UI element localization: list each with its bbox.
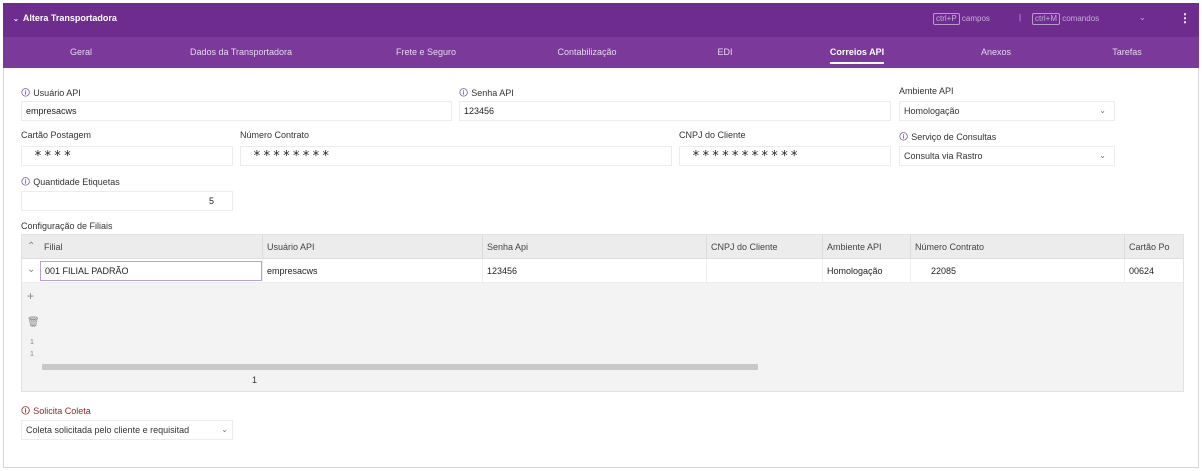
more-menu-icon[interactable]: ⋮ (1179, 11, 1191, 25)
horizontal-scrollbar[interactable] (42, 364, 758, 370)
info-icon: 🛈 (21, 177, 31, 187)
tab-bar: Geral Dados da Transportadora Frete e Se… (3, 37, 1199, 68)
shortcut-fields-key: ctrl+P (933, 13, 960, 25)
column-header-cnpj-cliente[interactable]: CNPJ do Cliente (706, 235, 822, 259)
info-icon: 🛈 (21, 88, 31, 98)
configuracao-filiais-label: Configuração de Filiais (21, 221, 113, 231)
cell-senha-api[interactable]: 123456 (482, 259, 706, 283)
shortcut-commands[interactable]: ctrl+M comandos (1032, 13, 1099, 25)
chevron-down-icon: ⌄ (221, 425, 228, 434)
chevron-down-icon: ⌄ (1099, 106, 1106, 115)
shortcut-commands-label: comandos (1062, 14, 1100, 23)
cartao-postagem-input[interactable] (21, 146, 233, 166)
tab-geral[interactable]: Geral (70, 37, 92, 68)
shortcut-commands-key: ctrl+M (1032, 13, 1060, 25)
page-indicator: 1 (252, 375, 258, 385)
tab-tarefas[interactable]: Tarefas (1112, 37, 1142, 68)
table-row[interactable]: ⌄ 001 FILIAL PADRÃO empresacws 123456 Ho… (22, 259, 1183, 283)
chevron-down-icon[interactable]: ⌄ (1139, 13, 1146, 22)
window-titlebar: ⌄ Altera Transportadora ctrl+P campos | c… (3, 3, 1199, 37)
column-header-senha-api[interactable]: Senha Api (482, 235, 706, 259)
tab-correios-api[interactable]: Correios API (829, 37, 885, 68)
solicita-coleta-select[interactable]: Coleta solicitada pelo cliente e requisi… (21, 420, 233, 440)
column-header-filial[interactable]: Filial (40, 235, 262, 259)
chevron-down-icon: ⌄ (1099, 151, 1106, 160)
info-icon: 🛈 (21, 406, 31, 416)
tab-dados-transportadora[interactable]: Dados da Transportadora (190, 37, 292, 68)
row-number: 1 (30, 351, 34, 358)
correios-api-panel: 🛈Usuário API 🛈Senha API Ambiente API Hom… (3, 68, 1199, 468)
cell-cnpj-cliente[interactable] (706, 259, 822, 283)
usuario-api-input[interactable] (21, 101, 452, 121)
column-header-cartao-postagem[interactable]: Cartão Po (1124, 235, 1183, 259)
shortcut-fields[interactable]: ctrl+P campos (933, 13, 990, 25)
senha-api-label: 🛈 Senha API (459, 88, 514, 98)
cartao-postagem-label: Cartão Postagem (21, 130, 92, 140)
numero-contrato-label: Número Contrato (240, 130, 310, 140)
info-icon: 🛈 (899, 132, 909, 142)
row-number: 1 (30, 339, 34, 346)
usuario-api-label: 🛈 Usuário API (21, 88, 81, 98)
shortcut-separator: | (1019, 13, 1022, 22)
tab-contabilizacao[interactable]: Contabilização (557, 37, 616, 68)
servico-consultas-select[interactable]: Consulta via Rastro ⌄ (899, 146, 1115, 166)
quantidade-etiquetas-label: 🛈 Quantidade Etiquetas (21, 177, 120, 187)
collapse-caret-icon[interactable]: ⌄ (13, 16, 19, 23)
solicita-coleta-label: 🛈 Solicita Coleta (21, 406, 91, 416)
cell-numero-contrato[interactable]: 22085 (910, 259, 1124, 283)
sort-up-icon[interactable]: ⌃ (27, 241, 35, 252)
tab-edi[interactable]: EDI (717, 37, 732, 68)
column-header-numero-contrato[interactable]: Número Contrato (910, 235, 1124, 259)
tab-frete-seguro[interactable]: Frete e Seguro (396, 37, 456, 68)
servico-consultas-label: 🛈 Serviço de Consultas (899, 132, 997, 142)
cell-usuario-api[interactable]: empresacws (262, 259, 482, 283)
senha-api-input[interactable] (459, 101, 891, 121)
ambiente-api-label: Ambiente API (899, 86, 954, 96)
cell-filial[interactable]: 001 FILIAL PADRÃO (40, 261, 262, 281)
info-icon: 🛈 (459, 88, 469, 98)
grid-header: ⌃ Filial Usuário API Senha Api CNPJ do C… (22, 235, 1183, 259)
ambiente-api-select[interactable]: Homologação ⌄ (899, 101, 1115, 121)
cell-cartao-postagem[interactable]: 00624 (1124, 259, 1183, 283)
cell-ambiente-api[interactable]: Homologação (822, 259, 910, 283)
shortcut-fields-label: campos (961, 14, 990, 23)
cnpj-cliente-input[interactable] (679, 146, 891, 166)
column-header-ambiente-api[interactable]: Ambiente API (822, 235, 910, 259)
expand-row-icon[interactable]: ⌄ (27, 264, 35, 275)
filiais-grid: ⌃ Filial Usuário API Senha Api CNPJ do C… (21, 234, 1184, 392)
window-title[interactable]: ⌄ Altera Transportadora (13, 13, 117, 23)
quantidade-etiquetas-input[interactable] (21, 191, 233, 211)
numero-contrato-input[interactable] (240, 146, 672, 166)
tab-anexos[interactable]: Anexos (981, 37, 1011, 68)
add-row-icon[interactable]: + (27, 289, 34, 303)
column-header-usuario-api[interactable]: Usuário API (262, 235, 482, 259)
trash-icon[interactable]: 🗑 (27, 317, 40, 328)
cnpj-cliente-label: CNPJ do Cliente (679, 130, 746, 140)
